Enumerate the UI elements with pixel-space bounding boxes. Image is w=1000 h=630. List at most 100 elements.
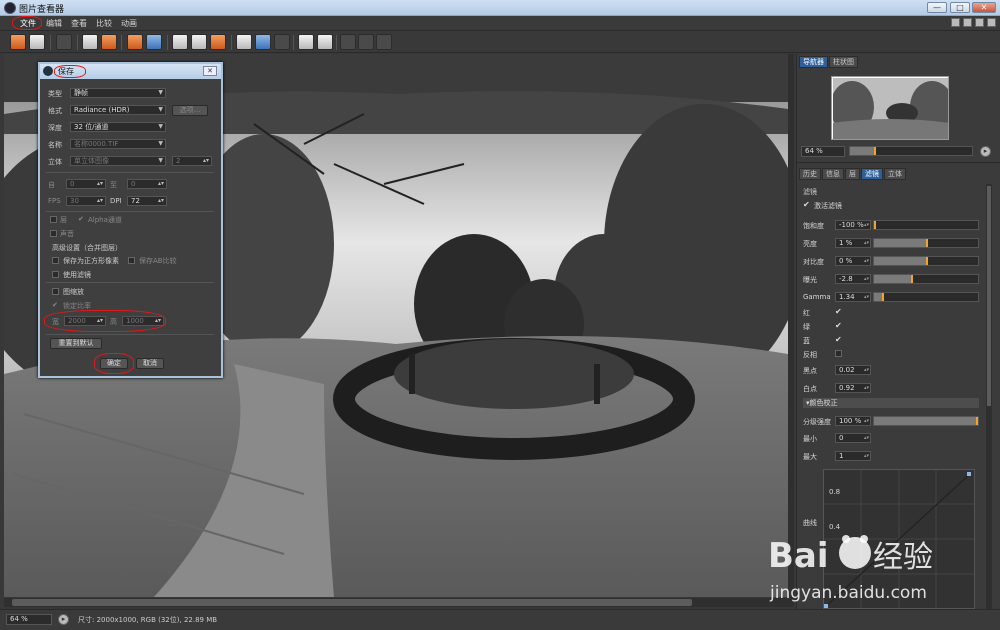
dialog-title-bar[interactable]: 保存 ✕ [40,64,221,79]
menu-edit[interactable]: 编辑 [46,18,62,29]
name-select[interactable]: 名称0000.TIF ▼ [70,139,166,149]
navigator-thumbnail[interactable] [831,76,949,140]
nav-zoom-handle[interactable] [874,147,876,155]
enable-filter-check[interactable]: ✔ [803,200,810,209]
tab-layers[interactable]: 层 [845,168,860,180]
use-filter-checkbox[interactable] [52,271,59,278]
panel-scroll-thumb[interactable] [987,186,991,406]
invert-checkbox[interactable] [835,350,842,357]
filter-row-field[interactable]: -2.8 ▴▾ [835,274,871,284]
frame-icon[interactable] [358,34,374,50]
swap-icon[interactable] [255,34,271,50]
zoom-menu-button[interactable]: ▸ [58,614,69,625]
fit-icon[interactable] [376,34,392,50]
navigator-frame[interactable] [832,77,948,139]
dialog-close-button[interactable]: ✕ [203,66,217,76]
view-a-icon[interactable] [172,34,188,50]
level-strength-slider[interactable] [873,416,979,426]
white-point-field[interactable]: 0.92 ▴▾ [835,383,871,393]
width-field[interactable]: 2000 ▴▾ [64,316,106,326]
panel-scrollbar[interactable] [986,184,992,609]
menu-compare[interactable]: 比较 [96,18,112,29]
filter-row-slider[interactable] [873,256,979,266]
filter-row-handle[interactable] [882,293,884,301]
layout-expand-icon[interactable] [987,18,996,27]
filter-row-slider[interactable] [873,274,979,284]
vertical-scrollbar[interactable] [788,54,794,607]
image-scale-checkbox[interactable] [52,288,59,295]
filter-row-handle[interactable] [926,257,928,265]
dpi-field[interactable]: 72 ▴▾ [127,196,167,206]
alpha-check[interactable]: ✔ [78,215,84,223]
set-a-icon[interactable] [298,34,314,50]
menu-animation[interactable]: 动画 [121,18,137,29]
color-correction-header[interactable]: ▾颜色校正 [803,398,979,408]
lock-ratio-check[interactable]: ✔ [52,301,58,309]
to-field[interactable]: 0 ▴▾ [127,179,167,189]
channel-red-check[interactable]: ✔ [835,307,842,316]
nav-zoom-menu-button[interactable]: ▸ [980,146,991,157]
nav-zoom-field[interactable]: 64 % [801,146,845,157]
layout-single-icon[interactable] [951,18,960,27]
tab-filter[interactable]: 滤镜 [861,168,883,180]
open-icon[interactable] [10,34,26,50]
save-square-checkbox[interactable] [52,257,59,264]
options-button[interactable]: 选项... [172,105,208,116]
channel-green-check[interactable]: ✔ [835,321,842,330]
type-select[interactable]: 静帧 ▼ [70,88,166,98]
minimize-button[interactable]: — [927,2,947,13]
cancel-button[interactable]: 取消 [136,358,164,369]
filter-row-slider[interactable] [873,238,979,248]
maximize-button[interactable]: □ [950,2,970,13]
tab-navigator[interactable]: 导航器 [799,56,828,68]
set-b-icon[interactable] [317,34,333,50]
layer-checkbox[interactable] [50,216,57,223]
channel-blue-check[interactable]: ✔ [835,335,842,344]
layout-split-icon[interactable] [963,18,972,27]
filter-row-slider[interactable] [873,220,979,230]
save-icon[interactable] [29,34,45,50]
depth-select[interactable]: 32 位/通道 ▼ [70,122,166,132]
curve-graph[interactable]: 0.8 0.4 [823,469,975,609]
filter-row-field[interactable]: -100 % ▴▾ [835,220,871,230]
zoom-field[interactable]: 64 % [6,614,52,625]
copy-icon[interactable] [127,34,143,50]
filter-row-field[interactable]: 1.34 ▴▾ [835,292,871,302]
from-field[interactable]: 0 ▴▾ [66,179,106,189]
view-b-icon[interactable] [191,34,207,50]
scroll-thumb[interactable] [12,599,692,606]
horizontal-scrollbar[interactable] [4,598,788,607]
filter-row-field[interactable]: 0 % ▴▾ [835,256,871,266]
filter-row-handle[interactable] [874,221,876,229]
height-field[interactable]: 1000 ▴▾ [122,316,164,326]
crop-icon[interactable] [340,34,356,50]
ab-compare-icon[interactable] [236,34,252,50]
close-button[interactable]: ✕ [972,2,996,13]
tab-histogram[interactable]: 柱状图 [829,56,858,68]
level-strength-field[interactable]: 100 % ▴▾ [835,416,871,426]
reset-default-button[interactable]: 重置到默认 [50,338,102,349]
render-region-icon[interactable] [101,34,117,50]
menu-view[interactable]: 查看 [71,18,87,29]
tab-stereo[interactable]: 立体 [884,168,906,180]
tab-history[interactable]: 历史 [799,168,821,180]
tab-info[interactable]: 信息 [822,168,844,180]
filter-row-slider[interactable] [873,292,979,302]
nav-zoom-slider[interactable] [849,146,973,156]
min-field[interactable]: 0 ▴▾ [835,433,871,443]
stereo-icon[interactable] [210,34,226,50]
black-point-field[interactable]: 0.02 ▴▾ [835,365,871,375]
menu-file[interactable]: 文件 [20,18,36,29]
paste-icon[interactable] [146,34,162,50]
filter-row-handle[interactable] [926,239,928,247]
save-ab-checkbox[interactable] [128,257,135,264]
level-strength-handle[interactable] [976,417,978,425]
filter-row-field[interactable]: 1 % ▴▾ [835,238,871,248]
format-select[interactable]: Radiance (HDR) ▼ [70,105,166,115]
filter-row-handle[interactable] [911,275,913,283]
sound-checkbox[interactable] [50,230,57,237]
fps-field[interactable]: 30 ▴▾ [66,196,106,206]
grid-icon[interactable] [56,34,72,50]
ok-button[interactable]: 确定 [100,358,128,369]
render-icon[interactable] [82,34,98,50]
